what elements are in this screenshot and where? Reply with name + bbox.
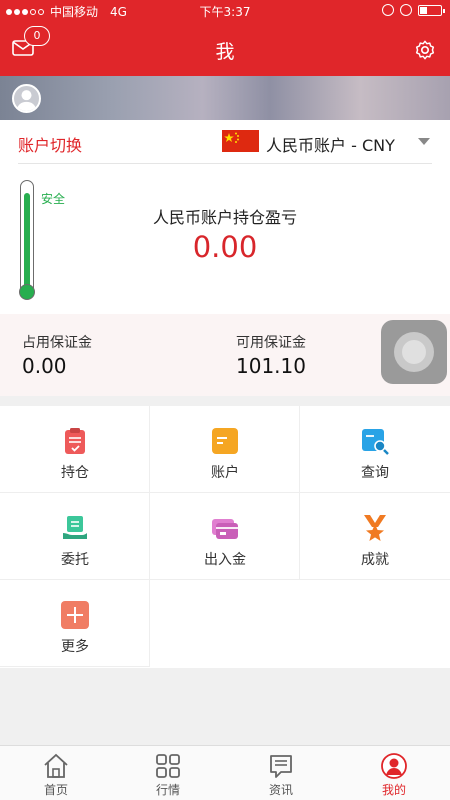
- pnl-title: 人民币账户持仓盈亏: [152, 208, 297, 227]
- page-title: 我: [215, 41, 235, 63]
- account-switch-row[interactable]: 账户切换 人民币账户 - CNY: [18, 120, 432, 164]
- avatar[interactable]: [12, 84, 41, 113]
- home-icon: [44, 753, 68, 778]
- pnl-value: 0.00: [192, 230, 258, 264]
- tab-label: 行情: [155, 783, 180, 797]
- used-margin-value: 0.00: [22, 354, 67, 378]
- rotation-lock-icon: [382, 4, 394, 16]
- available-margin-label: 可用保证金: [236, 335, 306, 351]
- status-bar: 中国移动 4G 下午3:37: [0, 0, 450, 22]
- menu-item-label: 持仓: [61, 465, 89, 481]
- menu-item-label: 成就: [361, 552, 389, 568]
- menu-item-label: 更多: [61, 639, 89, 655]
- china-flag-icon: [222, 130, 259, 152]
- tab-label: 我的: [381, 783, 406, 797]
- available-margin-value: 101.10: [236, 354, 306, 378]
- bank-card-icon: [212, 519, 238, 539]
- search-doc-icon: [362, 429, 389, 455]
- tab-mine[interactable]: 我的: [338, 746, 450, 800]
- menu-item-orders[interactable]: 委托: [0, 493, 150, 580]
- delegate-hand-icon: [63, 516, 87, 539]
- account-card-icon: [212, 428, 238, 454]
- menu-item-label: 委托: [61, 552, 89, 568]
- menu-item-achievements[interactable]: 成就: [300, 493, 450, 580]
- nav-bar: 0 我: [0, 22, 450, 76]
- news-icon: [270, 755, 292, 778]
- account-switch-label: 账户切换: [18, 136, 83, 155]
- tab-label: 首页: [43, 783, 68, 797]
- account-currency: 人民币账户 - CNY: [266, 136, 395, 155]
- margin-summary: 占用保证金 0.00 可用保证金 101.10: [0, 314, 450, 396]
- menu-item-query[interactable]: 查询: [300, 406, 450, 493]
- star-medal-icon: [364, 515, 386, 541]
- clipboard-icon: [65, 428, 85, 454]
- menu-item-label: 账户: [211, 465, 239, 481]
- user-banner[interactable]: [0, 76, 450, 120]
- gear-icon[interactable]: [414, 39, 436, 61]
- grid-icon: [156, 754, 180, 778]
- menu-item-label: 出入金: [204, 552, 246, 568]
- profile-icon: [381, 753, 407, 779]
- user-icon: [16, 90, 37, 111]
- used-margin-label: 占用保证金: [22, 335, 92, 351]
- tab-bar: 首页 行情 资讯 我的: [0, 745, 450, 800]
- battery-icon: [418, 4, 445, 16]
- plus-icon: [61, 601, 89, 629]
- menu-item-account[interactable]: 账户: [150, 406, 300, 493]
- menu-item-positions[interactable]: 持仓: [0, 406, 150, 493]
- menu-grid: 持仓 账户 查询 委托 出入金 成就 更多: [0, 406, 450, 668]
- alarm-icon: [400, 4, 412, 16]
- menu-item-more[interactable]: 更多: [0, 580, 150, 667]
- assistive-touch-button[interactable]: [381, 320, 447, 384]
- account-panel: 账户切换 人民币账户 - CNY 安全 人民币账户持仓盈亏 0.00: [0, 120, 450, 314]
- tab-news[interactable]: 资讯: [225, 746, 337, 800]
- tab-market[interactable]: 行情: [112, 746, 224, 800]
- chevron-down-icon[interactable]: [418, 138, 430, 145]
- tab-home[interactable]: 首页: [0, 746, 112, 800]
- menu-item-label: 查询: [361, 465, 389, 481]
- tab-label: 资讯: [268, 783, 293, 797]
- menu-item-funds[interactable]: 出入金: [150, 493, 300, 580]
